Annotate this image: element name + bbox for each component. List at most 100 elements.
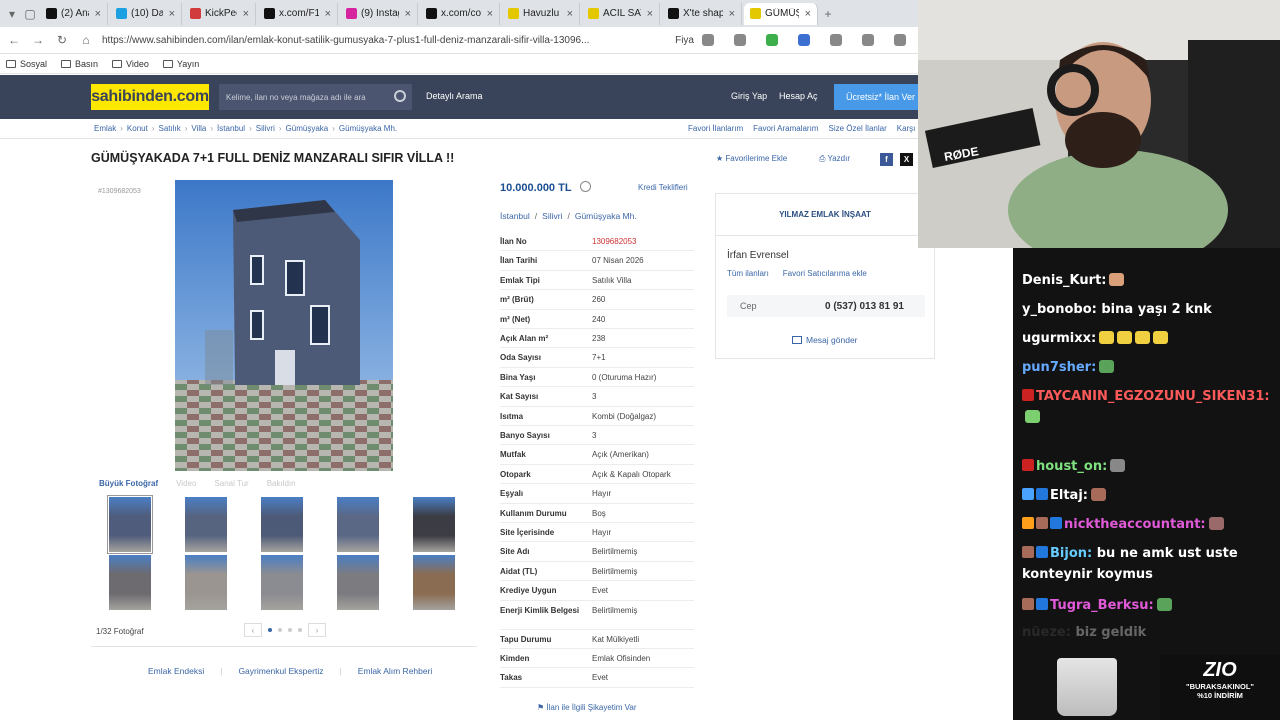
chat-username[interactable]: y_bonobo: xyxy=(1022,302,1097,317)
prev-photo-button[interactable]: ‹ xyxy=(244,623,262,637)
browser-tab[interactable]: ACİL SATILIK × xyxy=(582,2,660,25)
main-listing-photo[interactable] xyxy=(175,180,393,471)
browser-tab[interactable]: (10) Dashbo... × xyxy=(110,2,182,25)
credit-offers-link[interactable]: Kredi Teklifleri xyxy=(638,183,688,192)
photo-thumbnail[interactable] xyxy=(413,497,455,552)
pager-dot[interactable] xyxy=(268,628,272,632)
complaint-link[interactable]: ⚑ İlan ile İlgili Şikayetim Var xyxy=(537,703,637,712)
pager-dot[interactable] xyxy=(278,628,282,632)
extension-icon[interactable] xyxy=(862,34,874,46)
detailed-search-link[interactable]: Detaylı Arama xyxy=(426,91,483,101)
photo-thumbnail[interactable] xyxy=(261,555,303,610)
chat-username[interactable]: pun7sher: xyxy=(1022,360,1096,375)
breadcrumb-item[interactable]: Satılık xyxy=(158,124,180,133)
chat-username[interactable]: TAYCANIN_EGZOZUNU_SIKEN31: xyxy=(1036,389,1270,404)
price-history-icon[interactable] xyxy=(580,181,591,192)
favorites-icon[interactable] xyxy=(894,34,906,46)
close-tab-icon[interactable]: × xyxy=(243,8,249,20)
photo-thumbnail[interactable] xyxy=(337,497,379,552)
browser-tab[interactable]: (2) Anasayfa × xyxy=(40,2,108,25)
next-photo-button[interactable]: › xyxy=(308,623,326,637)
post-ad-button[interactable]: Ücretsiz* İlan Ver xyxy=(834,84,918,110)
extension-icon[interactable] xyxy=(830,34,842,46)
photo-tool-0[interactable]: Büyük Fotoğraf xyxy=(99,479,158,488)
browser-tab[interactable]: X'te shaped... × xyxy=(662,2,742,25)
chat-username[interactable]: Eltaj: xyxy=(1050,488,1088,503)
search-icon[interactable] xyxy=(394,90,406,102)
home-icon[interactable]: ⌂ xyxy=(78,33,94,47)
breadcrumb-item[interactable]: Villa xyxy=(191,124,206,133)
forward-icon[interactable]: → xyxy=(30,33,46,47)
close-tab-icon[interactable]: × xyxy=(487,8,493,20)
extension-icon[interactable] xyxy=(702,34,714,46)
login-link[interactable]: Giriş Yap xyxy=(731,91,767,101)
photo-thumbnail[interactable] xyxy=(109,555,151,610)
breadcrumb-item[interactable]: Konut xyxy=(127,124,148,133)
breadcrumb-item[interactable]: İstanbul xyxy=(217,124,245,133)
send-message-link[interactable]: Mesaj gönder xyxy=(792,335,858,345)
close-tab-icon[interactable]: × xyxy=(169,8,175,20)
tab-list-icon[interactable]: ▾ xyxy=(4,7,20,21)
bookmark-folder[interactable]: Video xyxy=(112,59,149,69)
fiyat-extension-label[interactable]: Fiya xyxy=(675,35,694,46)
location-item[interactable]: Gümüşyaka Mh. xyxy=(575,211,637,221)
site-search-input[interactable]: Kelime, ilan no veya mağaza adı ile ara xyxy=(219,84,412,110)
browser-tab[interactable]: x.com/F1tuti × xyxy=(258,2,338,25)
browser-tab[interactable]: x.com/confi... × xyxy=(420,2,500,25)
close-tab-icon[interactable]: × xyxy=(95,8,101,20)
quick-link[interactable]: Size Özel İlanlar xyxy=(828,124,886,133)
chat-username[interactable]: nüeze: xyxy=(1022,625,1071,640)
chat-username[interactable]: Denis_Kurt: xyxy=(1022,273,1106,288)
extension-icon[interactable] xyxy=(734,34,746,46)
close-tab-icon[interactable]: × xyxy=(405,8,411,20)
chat-username[interactable]: ugurmixx: xyxy=(1022,331,1096,346)
quick-link[interactable]: Favori Aramalarım xyxy=(753,124,818,133)
browser-tab[interactable]: (9) Instagram × xyxy=(340,2,418,25)
workspaces-icon[interactable]: ▢ xyxy=(22,7,38,21)
photo-thumbnail[interactable] xyxy=(337,555,379,610)
back-icon[interactable]: ← xyxy=(6,33,22,47)
chat-username[interactable]: Bijon: xyxy=(1050,546,1092,561)
extension-icon[interactable] xyxy=(798,34,810,46)
extension-icon[interactable] xyxy=(766,34,778,46)
facebook-share-icon[interactable]: f xyxy=(880,153,893,166)
chat-username[interactable]: nicktheaccountant: xyxy=(1064,517,1206,532)
close-tab-icon[interactable]: × xyxy=(647,8,653,20)
browser-tab[interactable]: Havuzlu Köşe × xyxy=(502,2,580,25)
close-tab-icon[interactable]: × xyxy=(729,8,735,20)
photo-thumbnail[interactable] xyxy=(413,555,455,610)
url-input[interactable]: https://www.sahibinden.com/ilan/emlak-ko… xyxy=(102,35,667,46)
breadcrumb-item[interactable]: Gümüşyaka Mh. xyxy=(339,124,397,133)
close-tab-icon[interactable]: × xyxy=(325,8,331,20)
close-tab-icon[interactable]: × xyxy=(805,8,811,20)
pager-dot[interactable] xyxy=(298,628,302,632)
breadcrumb-item[interactable]: Emlak xyxy=(94,124,116,133)
quick-link[interactable]: Karşı xyxy=(897,124,916,133)
photo-thumbnail[interactable] xyxy=(185,497,227,552)
photo-thumbnail[interactable] xyxy=(107,495,153,554)
seller-company[interactable]: YILMAZ EMLAK İNŞAAT xyxy=(716,194,934,236)
footer-link[interactable]: Emlak Endeksi xyxy=(148,666,204,676)
add-favorite-link[interactable]: ★ Favorilerime Ekle xyxy=(716,154,787,163)
print-link[interactable]: ⎙ Yazdır xyxy=(819,154,850,164)
bookmark-folder[interactable]: Yayın xyxy=(162,59,199,69)
favorite-seller-link[interactable]: Favori Satıcılarıma ekle xyxy=(783,269,867,278)
photo-thumbnail[interactable] xyxy=(261,497,303,552)
new-tab-icon[interactable]: + xyxy=(820,7,836,21)
location-item[interactable]: İstanbul xyxy=(500,211,530,221)
browser-tab[interactable]: KickPeek - Re × xyxy=(184,2,256,25)
quick-link[interactable]: Favori İlanlarım xyxy=(688,124,743,133)
photo-thumbnail[interactable] xyxy=(185,555,227,610)
browser-tab[interactable]: GÜMÜŞYAKA × xyxy=(744,2,818,25)
all-listings-link[interactable]: Tüm ilanları xyxy=(727,269,769,278)
reload-icon[interactable]: ↻ xyxy=(54,33,70,47)
location-item[interactable]: Silivri xyxy=(542,211,562,221)
pager-dot[interactable] xyxy=(288,628,292,632)
site-logo[interactable]: sahibinden.com xyxy=(91,84,209,110)
bookmark-folder[interactable]: Basın xyxy=(61,59,98,69)
breadcrumb-item[interactable]: Silivri xyxy=(256,124,275,133)
close-tab-icon[interactable]: × xyxy=(567,8,573,20)
breadcrumb-item[interactable]: Gümüşyaka xyxy=(286,124,329,133)
footer-link[interactable]: Gayrimenkul Ekspertiz xyxy=(238,666,323,676)
x-share-icon[interactable]: X xyxy=(900,153,913,166)
